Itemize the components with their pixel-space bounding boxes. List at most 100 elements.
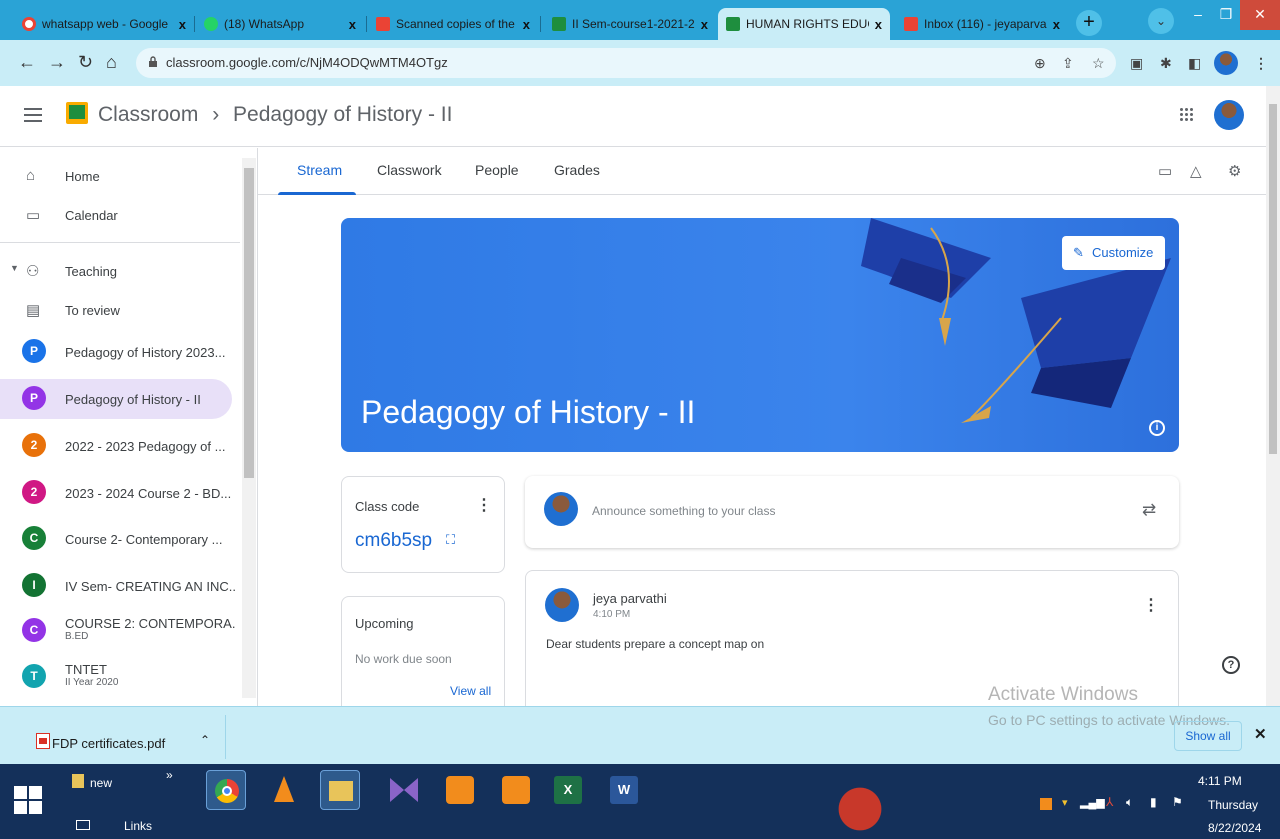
- sidebar-class-item[interactable]: T TNTET II Year 2020: [0, 654, 240, 700]
- class-label: 2023 - 2024 Course 2 - BD...: [65, 486, 232, 501]
- calendar-icon[interactable]: ▭: [1158, 162, 1172, 180]
- vlc-icon[interactable]: [264, 770, 304, 810]
- post-options-icon[interactable]: ⋮: [1143, 595, 1159, 615]
- info-icon[interactable]: i: [1149, 420, 1165, 436]
- expand-caret-icon[interactable]: ▼: [10, 263, 19, 273]
- tab-stream[interactable]: Stream: [297, 162, 342, 178]
- close-icon[interactable]: x: [349, 17, 356, 32]
- visual-studio-icon[interactable]: [384, 770, 424, 810]
- bookmark-star-icon[interactable]: ☆: [1092, 55, 1105, 72]
- close-download-bar-icon[interactable]: ✕: [1254, 725, 1267, 743]
- close-icon[interactable]: x: [701, 17, 708, 32]
- clock-time[interactable]: 4:11 PM: [1198, 774, 1242, 788]
- side-panel-icon[interactable]: ◧: [1188, 55, 1201, 72]
- upcoming-status: No work due soon: [355, 652, 452, 666]
- browser-tab[interactable]: Scanned copies of the F x: [368, 8, 538, 40]
- screenshot-app-icon[interactable]: [496, 770, 536, 810]
- excel-icon[interactable]: X: [548, 770, 588, 810]
- google-apps-icon[interactable]: [1180, 108, 1194, 122]
- sidebar-class-item[interactable]: P Pedagogy of History 2023...: [0, 332, 240, 372]
- tray-arrow-icon[interactable]: ▾: [1062, 796, 1068, 809]
- volume-icon[interactable]: 🔈︎: [1126, 795, 1133, 810]
- browser-tab[interactable]: Inbox (116) - jeyaparva x: [896, 8, 1068, 40]
- sidebar-class-item[interactable]: I IV Sem- CREATING AN INC...: [0, 566, 240, 606]
- chrome-taskbar-button[interactable]: [206, 770, 246, 810]
- sidebar-item-to-review[interactable]: ▤ To review: [0, 290, 240, 330]
- tray-app-icon[interactable]: [1040, 798, 1052, 810]
- toolbar-new-label[interactable]: new: [90, 776, 112, 790]
- calendar-icon: ▭: [26, 207, 41, 224]
- close-icon[interactable]: x: [523, 17, 530, 32]
- file-explorer-icon[interactable]: [320, 770, 360, 810]
- sidebar-item-teaching[interactable]: ▼ ⚇ Teaching: [0, 251, 240, 291]
- reload-icon[interactable]: ↻: [78, 52, 93, 73]
- account-avatar[interactable]: [1214, 100, 1244, 130]
- toolbar-links-label[interactable]: Links: [124, 819, 152, 833]
- address-bar[interactable]: classroom.google.com/c/NjM4ODQwMTM4OTgz: [136, 48, 1116, 78]
- network-signal-icon[interactable]: ▂▄▆: [1080, 796, 1105, 809]
- repost-icon[interactable]: ⇄: [1142, 500, 1156, 520]
- help-icon[interactable]: ?: [1222, 656, 1240, 674]
- app-name[interactable]: Classroom: [98, 103, 198, 126]
- zoom-icon[interactable]: ⊕: [1034, 55, 1046, 72]
- acrobat-tray-icon[interactable]: ⅄: [1106, 795, 1113, 809]
- profile-avatar[interactable]: [1214, 51, 1238, 75]
- restore-icon[interactable]: ❐: [1212, 0, 1240, 30]
- pencil-icon: ✎: [1073, 245, 1084, 260]
- toolbar-overflow-icon[interactable]: »: [166, 768, 173, 782]
- sidebar-item-home[interactable]: ⌂ Home: [0, 156, 240, 196]
- browser-tab[interactable]: whatsapp web - Google x: [14, 8, 194, 40]
- sidebar-item-calendar[interactable]: ▭ Calendar: [0, 195, 240, 235]
- announce-placeholder[interactable]: Announce something to your class: [592, 504, 775, 518]
- download-filename: FDP certificates.pdf: [52, 736, 166, 751]
- tab-title: whatsapp web - Google: [42, 17, 169, 31]
- forward-icon[interactable]: →: [48, 52, 66, 73]
- review-icon: ▤: [26, 302, 41, 319]
- download-item[interactable]: FDP certificates.pdf ⌃: [12, 715, 226, 759]
- windows-start-icon[interactable]: [14, 786, 42, 814]
- sidebar-class-item[interactable]: C COURSE 2: CONTEMPORA... B.ED: [0, 608, 240, 654]
- settings-gear-icon[interactable]: ⚙: [1228, 162, 1241, 180]
- back-icon[interactable]: ←: [18, 52, 36, 73]
- sidebar-class-item[interactable]: C Course 2- Contemporary ...: [0, 519, 240, 559]
- minimize-icon[interactable]: –: [1184, 0, 1212, 30]
- class-avatar: 2: [22, 433, 46, 457]
- action-center-flag-icon[interactable]: ⚑: [1172, 795, 1183, 809]
- browser-tab[interactable]: (18) WhatsApp x: [196, 8, 364, 40]
- close-icon[interactable]: x: [875, 17, 882, 32]
- close-icon[interactable]: x: [179, 17, 186, 32]
- drive-icon[interactable]: △: [1190, 162, 1202, 180]
- show-all-button[interactable]: Show all: [1174, 721, 1242, 751]
- main-menu-icon[interactable]: [24, 108, 42, 126]
- puzzle-icon[interactable]: ✱: [1160, 55, 1172, 72]
- share-icon[interactable]: ⇪: [1062, 55, 1074, 72]
- menu-kebab-icon[interactable]: ⋮: [1254, 55, 1268, 72]
- tab-classwork[interactable]: Classwork: [377, 162, 442, 178]
- extension-icon[interactable]: ▣: [1130, 55, 1143, 72]
- battery-icon[interactable]: ▮: [1150, 795, 1157, 809]
- tab-search-icon[interactable]: ⌄: [1148, 8, 1174, 34]
- close-icon[interactable]: x: [1053, 17, 1060, 32]
- view-all-link[interactable]: View all: [450, 684, 491, 698]
- browser-tab[interactable]: II Sem-course1-2021-2 x: [544, 8, 716, 40]
- sidebar-scroll-thumb[interactable]: [244, 168, 254, 478]
- announce-box[interactable]: Announce something to your class ⇄: [525, 476, 1179, 548]
- sidebar-class-item[interactable]: 2 2023 - 2024 Course 2 - BD...: [0, 473, 240, 513]
- window-close-icon[interactable]: ✕: [1240, 0, 1280, 30]
- tab-people[interactable]: People: [475, 162, 519, 178]
- browser-tab-active[interactable]: HUMAN RIGHTS EDUC x: [718, 8, 890, 40]
- new-tab-button[interactable]: +: [1076, 10, 1102, 36]
- customize-button[interactable]: ✎ Customize: [1062, 236, 1165, 270]
- home-icon[interactable]: ⌂: [106, 52, 117, 73]
- sidebar-class-item[interactable]: 2 2022 - 2023 Pedagogy of ...: [0, 426, 240, 466]
- camera-app-icon[interactable]: [440, 770, 480, 810]
- class-avatar: I: [22, 573, 46, 597]
- chevron-up-icon[interactable]: ⌃: [200, 733, 210, 747]
- word-icon[interactable]: W: [604, 770, 644, 810]
- tab-grades[interactable]: Grades: [554, 162, 600, 178]
- more-options-icon[interactable]: ⋮: [476, 495, 492, 515]
- fullscreen-icon[interactable]: ⛶: [446, 532, 455, 548]
- page-scrollbar[interactable]: [1266, 86, 1280, 706]
- sidebar-class-item-selected[interactable]: P Pedagogy of History - II: [0, 379, 232, 419]
- app-header: Classroom › Pedagogy of History - II: [0, 86, 1266, 147]
